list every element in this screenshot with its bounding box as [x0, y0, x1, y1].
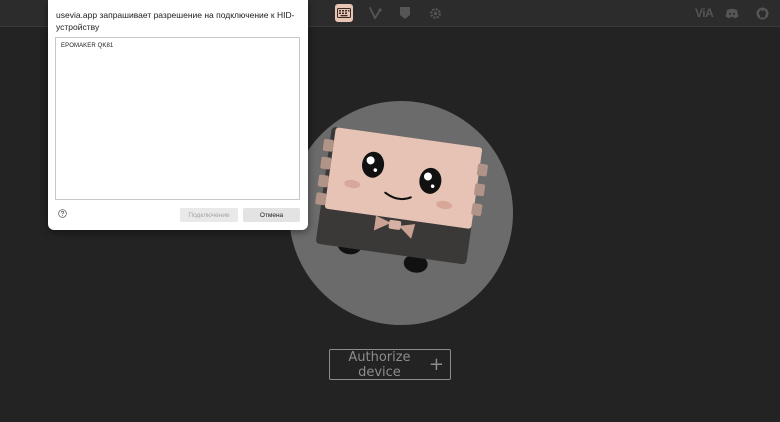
- settings-icon[interactable]: [426, 4, 444, 22]
- mascot-key: [474, 183, 486, 197]
- mascot-key: [320, 156, 332, 170]
- cancel-button[interactable]: Отмена: [243, 208, 300, 222]
- device-list[interactable]: EPOMAKER QK81: [55, 37, 300, 200]
- dialog-title: usevia.app запрашивает разрешение на под…: [56, 10, 295, 32]
- keyboard-icon[interactable]: [335, 4, 353, 22]
- mascot-key: [476, 163, 488, 177]
- keyboard-mascot-illustration: [289, 101, 513, 325]
- plus-icon: +: [428, 353, 444, 375]
- help-icon[interactable]: [58, 209, 67, 218]
- design-icon[interactable]: [366, 4, 384, 22]
- mascot-key: [322, 138, 334, 152]
- debug-icon[interactable]: [396, 4, 414, 22]
- hid-permission-dialog: usevia.app запрашивает разрешение на под…: [48, 0, 308, 230]
- mascot-key: [317, 174, 329, 188]
- device-list-item[interactable]: EPOMAKER QK81: [61, 43, 113, 49]
- discord-icon[interactable]: [723, 4, 741, 22]
- connect-button[interactable]: Подключение: [180, 208, 238, 222]
- via-app: ViA Authorize device + usevia.app запраш…: [0, 0, 780, 422]
- mascot-key: [471, 203, 483, 216]
- via-logo[interactable]: ViA: [695, 6, 714, 20]
- github-icon[interactable]: [753, 4, 771, 22]
- authorize-device-label: Authorize device: [348, 349, 411, 380]
- authorize-device-button[interactable]: Authorize device +: [329, 349, 451, 380]
- mascot-key: [315, 192, 327, 206]
